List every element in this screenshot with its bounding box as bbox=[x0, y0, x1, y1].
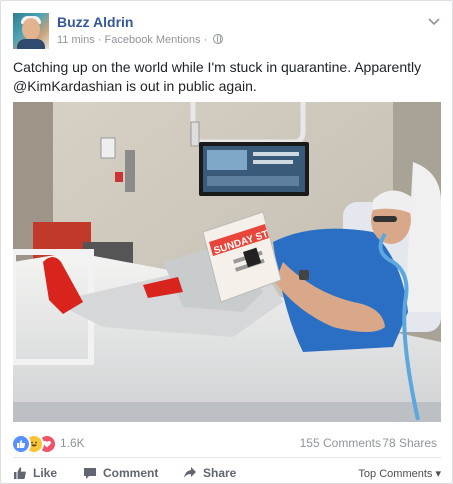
comment-icon bbox=[84, 468, 96, 479]
share-label: Share bbox=[203, 466, 237, 480]
post-meta: 11 mins · Facebook Mentions · bbox=[57, 34, 224, 46]
chevron-down-icon[interactable] bbox=[427, 15, 441, 29]
thumbs-up-icon bbox=[14, 467, 26, 479]
action-bar: Like Comment Share Top Comments ▾ bbox=[13, 463, 441, 483]
post-header: Buzz Aldrin 11 mins · Facebook Mentions … bbox=[13, 13, 441, 49]
shares-count[interactable]: 78 Shares bbox=[382, 436, 437, 450]
divider bbox=[13, 457, 441, 458]
post-time[interactable]: 11 mins bbox=[57, 34, 95, 46]
author-name[interactable]: Buzz Aldrin bbox=[57, 14, 133, 30]
post-text-line-2: @KimKardashian is out in public again. bbox=[13, 78, 257, 94]
comments-count[interactable]: 155 Comments bbox=[300, 436, 381, 450]
reactions-bar: 1.6K 155 Comments 78 Shares bbox=[11, 433, 441, 454]
top-comments-label: Top Comments bbox=[358, 468, 433, 480]
post-card: Buzz Aldrin 11 mins · Facebook Mentions … bbox=[0, 0, 453, 484]
avatar[interactable] bbox=[13, 13, 49, 49]
like-reaction-icon[interactable] bbox=[11, 434, 31, 454]
top-comments-dropdown[interactable]: Top Comments ▾ bbox=[358, 467, 441, 480]
meta-separator: · bbox=[97, 34, 102, 46]
share-icon bbox=[184, 467, 196, 478]
caret-down-icon: ▾ bbox=[435, 468, 441, 480]
post-photo[interactable]: SUNDAY ST bbox=[13, 102, 441, 422]
comment-button[interactable]: Comment bbox=[83, 466, 158, 480]
meta-separator-2: · bbox=[203, 34, 208, 46]
post-text-line-1: Catching up on the world while I'm stuck… bbox=[13, 59, 422, 75]
globe-icon bbox=[213, 34, 224, 44]
like-button[interactable]: Like bbox=[13, 466, 57, 480]
share-button[interactable]: Share bbox=[183, 466, 236, 480]
reaction-count[interactable]: 1.6K bbox=[60, 436, 85, 450]
post-text: Catching up on the world while I'm stuck… bbox=[13, 58, 443, 96]
comment-label: Comment bbox=[103, 466, 159, 480]
like-label: Like bbox=[33, 466, 58, 480]
post-source[interactable]: Facebook Mentions bbox=[105, 34, 201, 46]
